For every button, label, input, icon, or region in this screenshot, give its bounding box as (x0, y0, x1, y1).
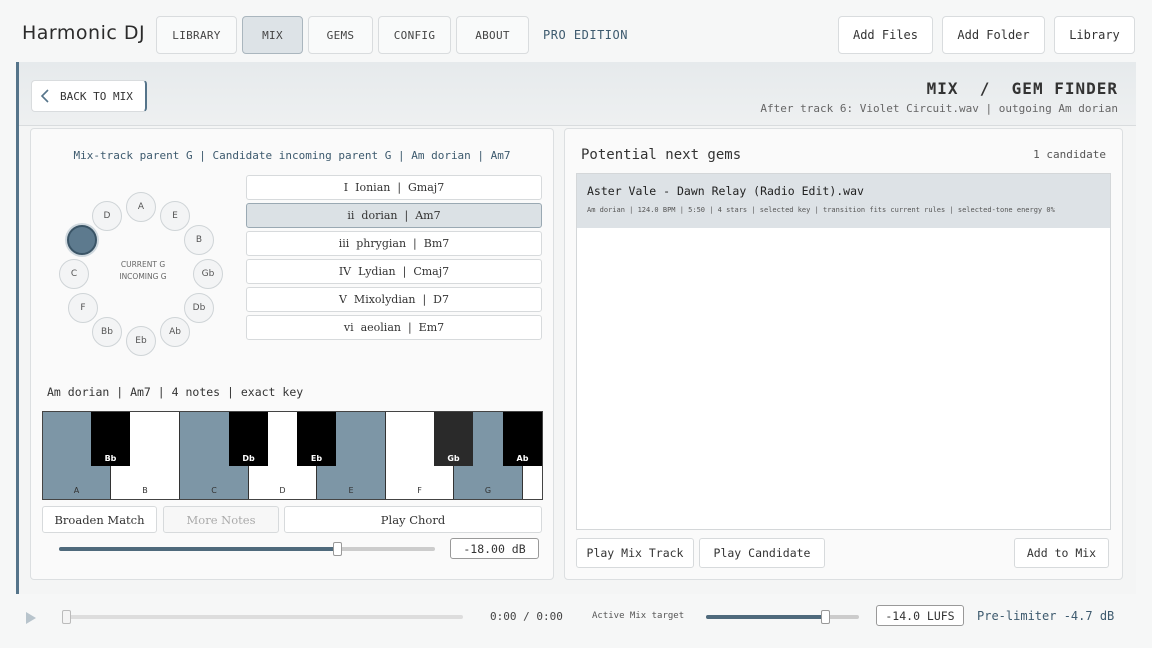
mode-list: I Ionian | Gmaj7 ii dorian | Am7 iii phr… (246, 175, 542, 343)
key-node-c[interactable]: C (59, 259, 89, 289)
chevron-left-icon (40, 89, 49, 103)
add-folder-button[interactable]: Add Folder (942, 16, 1045, 54)
nav-about-button[interactable]: ABOUT (456, 16, 529, 54)
nav-gems-button[interactable]: GEMS (308, 16, 373, 54)
target-loudness-value[interactable]: -14.0 LUFS (876, 605, 964, 626)
chord-volume-slider[interactable] (59, 542, 435, 556)
piano-key-gb[interactable]: Gb (434, 412, 473, 466)
scale-info: Am dorian | Am7 | 4 notes | exact key (47, 385, 304, 399)
broaden-match-button[interactable]: Broaden Match (42, 506, 157, 533)
frame-header: BACK TO MIX MIX / GEM FINDER After track… (19, 62, 1136, 126)
back-to-mix-label: BACK TO MIX (60, 89, 133, 103)
mode-item-dorian[interactable]: ii dorian | Am7 (246, 203, 542, 228)
playback-time: 0:00 / 0:00 (490, 610, 563, 623)
key-node-db[interactable]: Db (184, 293, 214, 323)
key-node-eb[interactable]: Eb (126, 326, 156, 356)
seek-handle[interactable] (62, 610, 71, 624)
nav-library-button[interactable]: LIBRARY (156, 16, 237, 54)
gems-count: 1 candidate (1033, 148, 1106, 161)
piano-key-ab[interactable]: Ab (503, 412, 542, 466)
chord-volume-value[interactable]: -18.00 dB (450, 538, 539, 559)
mode-item-ionian[interactable]: I Ionian | Gmaj7 (246, 175, 542, 200)
library-button[interactable]: Library (1054, 16, 1135, 54)
add-to-mix-button[interactable]: Add to Mix (1014, 538, 1109, 568)
key-node-b[interactable]: B (184, 225, 214, 255)
gem-meta: Am dorian | 124.0 BPM | 5:50 | 4 stars |… (587, 206, 1055, 214)
key-node-ab[interactable]: Ab (160, 317, 190, 347)
gems-title: Potential next gems (581, 147, 742, 163)
gems-panel: Potential next gems 1 candidate Aster Va… (564, 128, 1123, 580)
chord-volume-fill (59, 547, 338, 551)
target-loudness-handle[interactable] (821, 610, 831, 624)
play-chord-button[interactable]: Play Chord (284, 506, 542, 533)
more-notes-button[interactable]: More Notes (163, 506, 279, 533)
wheel-center-label: CURRENT G INCOMING G (103, 259, 183, 283)
mode-item-aeolian[interactable]: vi aeolian | Em7 (246, 315, 542, 340)
key-node-d[interactable]: D (92, 201, 122, 231)
piano-keyboard: A B C D E F G Bb Db Eb Gb Ab (42, 411, 543, 500)
page-subtitle: After track 6: Violet Circuit.wav | outg… (760, 102, 1118, 115)
key-node-e[interactable]: E (160, 201, 190, 231)
piano-key-eb[interactable]: Eb (297, 412, 336, 466)
current-key-label: CURRENT G (120, 260, 166, 269)
piano-key-bb[interactable]: Bb (91, 412, 130, 466)
edition-label: PRO EDITION (543, 28, 628, 42)
add-files-button[interactable]: Add Files (838, 16, 933, 54)
play-icon[interactable] (25, 611, 37, 625)
mode-item-mixolydian[interactable]: V Mixolydian | D7 (246, 287, 542, 312)
target-loudness-slider[interactable] (706, 610, 859, 624)
page-title: MIX / GEM FINDER (926, 79, 1118, 98)
mode-item-lydian[interactable]: IV Lydian | Cmaj7 (246, 259, 542, 284)
chord-volume-handle[interactable] (333, 542, 343, 556)
mode-item-phrygian[interactable]: iii phrygian | Bm7 (246, 231, 542, 256)
nav-config-button[interactable]: CONFIG (378, 16, 451, 54)
incoming-key-label: INCOMING G (119, 272, 167, 281)
play-mix-track-button[interactable]: Play Mix Track (576, 538, 694, 568)
back-to-mix-button[interactable]: BACK TO MIX (31, 80, 147, 112)
top-bar: Harmonic DJ LIBRARY MIX GEMS CONFIG ABOU… (0, 0, 1152, 62)
piano-key-db[interactable]: Db (229, 412, 268, 466)
key-node-a[interactable]: A (126, 192, 156, 222)
key-node-f[interactable]: F (68, 293, 98, 323)
gem-name: Aster Vale - Dawn Relay (Radio Edit).wav (587, 184, 864, 198)
app-title: Harmonic DJ (22, 22, 146, 44)
play-candidate-button[interactable]: Play Candidate (699, 538, 825, 568)
harmony-panel: Mix-track parent G | Candidate incoming … (30, 128, 554, 580)
key-wheel: A E B Gb Db Ab Eb Bb F C D CURRENT G INC… (53, 187, 233, 356)
nav-mix-button[interactable]: MIX (242, 16, 303, 54)
key-node-bb[interactable]: Bb (92, 317, 122, 347)
gem-list: Aster Vale - Dawn Relay (Radio Edit).wav… (576, 173, 1111, 530)
parent-key-line: Mix-track parent G | Candidate incoming … (73, 149, 511, 162)
gem-list-item[interactable]: Aster Vale - Dawn Relay (Radio Edit).wav… (577, 174, 1110, 228)
target-loudness-fill (706, 615, 826, 619)
key-node-gb[interactable]: Gb (193, 259, 223, 289)
target-label: Active Mix target (592, 611, 685, 621)
pre-limiter-readout: Pre-limiter -4.7 dB (977, 609, 1115, 623)
transport-seek-slider[interactable] (62, 610, 463, 624)
key-node-g-selected[interactable] (67, 225, 97, 255)
